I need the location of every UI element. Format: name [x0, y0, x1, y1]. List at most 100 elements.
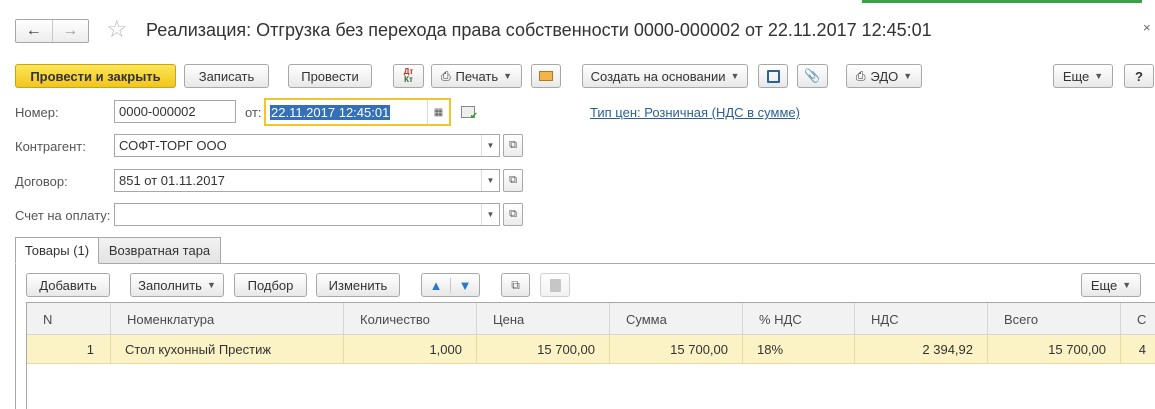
column-header-nomenclature[interactable]: Номенклатура	[111, 303, 344, 335]
close-icon[interactable]: ×	[1143, 20, 1151, 35]
post-and-close-button[interactable]: Провести и закрыть	[15, 64, 176, 88]
edo-button[interactable]: ⎙ ЭДО ▼	[846, 64, 922, 88]
table-more-label: Еще	[1090, 277, 1118, 293]
cell-extra[interactable]: 4	[1121, 335, 1155, 364]
post-and-close-label: Провести и закрыть	[30, 68, 161, 84]
dt-kt-button[interactable]: Дт Кт	[393, 64, 424, 88]
page-title: Реализация: Отгрузка без перехода права …	[146, 20, 932, 40]
add-row-button[interactable]: Добавить	[26, 273, 110, 297]
add-row-label: Добавить	[39, 277, 97, 293]
chevron-down-icon: ▼	[730, 71, 740, 81]
fill-button[interactable]: Заполнить ▼	[130, 273, 224, 297]
cell-nomenclature[interactable]: Стол кухонный Престиж	[111, 335, 344, 364]
counterparty-field[interactable]: СОФТ-ТОРГ ООО ▼	[114, 134, 500, 157]
kt-label: Кт	[404, 75, 413, 84]
star-icon[interactable]: ☆	[106, 17, 128, 43]
column-header-vat-rate[interactable]: % НДС	[743, 303, 855, 335]
arrow-left-icon[interactable]: ←	[16, 20, 52, 42]
chevron-down-icon: ▼	[903, 71, 913, 81]
tab-goods[interactable]: Товары (1)	[15, 237, 99, 264]
table-header: N Номенклатура Количество Цена Сумма % Н…	[27, 303, 1155, 335]
edo-label: ЭДО	[870, 68, 899, 84]
cell-n[interactable]: 1	[27, 335, 111, 364]
open-icon[interactable]: ⧉	[503, 134, 523, 157]
cell-quantity[interactable]: 1,000	[344, 335, 477, 364]
table-more-button[interactable]: Еще ▼	[1081, 273, 1141, 297]
table-row[interactable]: 1 Стол кухонный Престиж 1,000 15 700,00 …	[27, 335, 1155, 364]
edo-icon: ⎙	[855, 68, 866, 83]
cell-vat[interactable]: 2 394,92	[855, 335, 988, 364]
tab-returnable-packaging[interactable]: Возвратная тара	[98, 237, 221, 264]
selection-label: Подбор	[247, 277, 294, 293]
print-button[interactable]: ⎙ Печать ▼	[431, 64, 522, 88]
chevron-down-icon[interactable]: ▼	[481, 170, 499, 191]
chevron-down-icon: ▼	[503, 71, 513, 81]
column-header-n[interactable]: N	[27, 303, 111, 335]
column-header-sum[interactable]: Сумма	[610, 303, 743, 335]
structure-button[interactable]	[758, 64, 788, 88]
counterparty-label: Контрагент:	[15, 139, 86, 154]
price-type-link[interactable]: Тип цен: Розничная (НДС в сумме)	[590, 105, 800, 120]
create-based-on-label: Создать на основании	[590, 68, 726, 84]
save-button[interactable]: Записать	[184, 64, 269, 88]
arrow-down-icon[interactable]: ▼	[450, 277, 479, 293]
contract-field[interactable]: 851 от 01.11.2017 ▼	[114, 169, 500, 192]
column-header-extra[interactable]: С	[1121, 303, 1155, 335]
date-value: 22.11.2017 12:45:01	[270, 104, 391, 120]
structure-icon	[766, 69, 780, 83]
attachments-button[interactable]: 📎	[797, 64, 828, 88]
column-header-quantity[interactable]: Количество	[344, 303, 477, 335]
navigation-buttons: ← →	[15, 19, 89, 43]
cell-total[interactable]: 15 700,00	[988, 335, 1121, 364]
chevron-down-icon[interactable]: ▼	[481, 204, 499, 225]
help-button[interactable]: ?	[1124, 64, 1154, 88]
paste-button[interactable]	[540, 273, 570, 297]
open-icon[interactable]: ⧉	[503, 169, 523, 192]
more-button[interactable]: Еще ▼	[1053, 64, 1113, 88]
date-field[interactable]: 22.11.2017 12:45:01 ▦	[264, 98, 451, 126]
print-label: Печать	[455, 68, 499, 84]
calendar-icon[interactable]: ▦	[427, 100, 449, 124]
copy-button[interactable]: ⧉	[501, 273, 530, 297]
help-label: ?	[1135, 68, 1143, 84]
email-button[interactable]	[531, 64, 561, 88]
move-buttons: ▲ ▼	[421, 273, 480, 297]
cell-vat-rate[interactable]: 18%	[743, 335, 855, 364]
cell-sum[interactable]: 15 700,00	[610, 335, 743, 364]
arrow-up-icon[interactable]: ▲	[422, 278, 450, 293]
tab-goods-label: Товары (1)	[24, 243, 90, 258]
active-window-accent	[862, 0, 1142, 3]
tab-returnable-packaging-label: Возвратная тара	[108, 243, 211, 258]
column-header-total[interactable]: Всего	[988, 303, 1121, 335]
chevron-down-icon: ▼	[1122, 280, 1132, 290]
post-button[interactable]: Провести	[288, 64, 372, 88]
paperclip-icon: 📎	[804, 68, 821, 83]
change-button[interactable]: Изменить	[316, 273, 400, 297]
selection-button[interactable]: Подбор	[234, 273, 307, 297]
open-icon[interactable]: ⧉	[503, 203, 523, 226]
printer-icon: ⎙	[440, 68, 451, 83]
chevron-down-icon: ▼	[1094, 71, 1104, 81]
save-label: Записать	[198, 68, 255, 84]
change-label: Изменить	[328, 277, 388, 293]
contract-label: Договор:	[15, 174, 68, 189]
number-value: 0000-000002	[119, 104, 196, 119]
cell-price[interactable]: 15 700,00	[477, 335, 610, 364]
post-label: Провести	[301, 68, 359, 84]
number-label: Номер:	[15, 105, 59, 120]
chevron-down-icon[interactable]: ▼	[481, 135, 499, 156]
goods-table: N Номенклатура Количество Цена Сумма % Н…	[26, 302, 1155, 409]
invoice-field[interactable]: ▼	[114, 203, 500, 226]
create-based-on-button[interactable]: Создать на основании ▼	[582, 64, 748, 88]
paste-icon	[549, 278, 561, 292]
column-header-price[interactable]: Цена	[477, 303, 610, 335]
column-header-vat[interactable]: НДС	[855, 303, 988, 335]
number-field[interactable]: 0000-000002	[114, 100, 236, 123]
document-check-icon[interactable]: ✔	[461, 106, 478, 122]
arrow-right-icon[interactable]: →	[51, 20, 89, 42]
window-top-strip	[0, 0, 1155, 6]
invoice-label: Счет на оплату:	[15, 208, 111, 223]
dt-kt-icon: Дт Кт	[404, 68, 414, 84]
counterparty-value: СОФТ-ТОРГ ООО	[119, 138, 227, 153]
envelope-icon	[539, 71, 553, 81]
